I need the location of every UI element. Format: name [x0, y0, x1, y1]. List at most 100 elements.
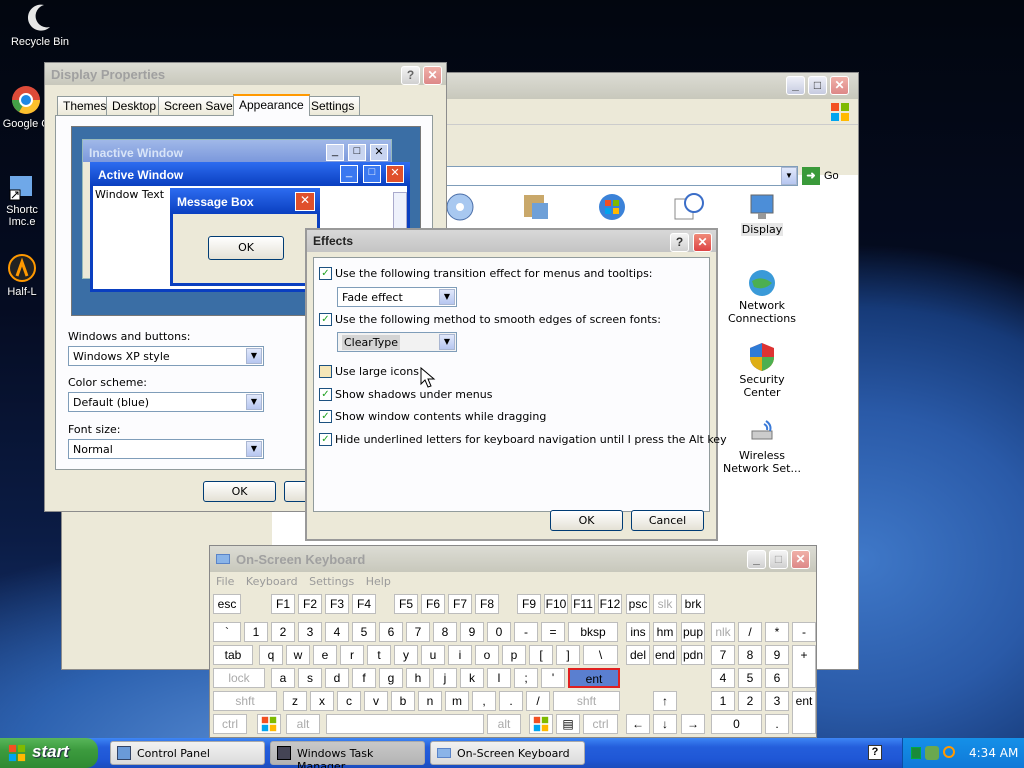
key-r1-12[interactable]: F12: [598, 594, 622, 614]
key-r5-14[interactable]: 2: [738, 691, 762, 711]
key-r4-13[interactable]: 4: [711, 668, 735, 688]
color-scheme-select[interactable]: Default (blue) ▼: [68, 392, 264, 412]
key-r3-5[interactable]: t: [367, 645, 391, 665]
key-r2-13[interactable]: bksp: [568, 622, 618, 642]
address-dropdown-button[interactable]: ▼: [781, 167, 797, 185]
windows-buttons-select[interactable]: Windows XP style ▼: [68, 346, 264, 366]
key-r4-9[interactable]: l: [487, 668, 511, 688]
maximize-button[interactable]: □: [808, 76, 827, 95]
desktop-icon-shortcut[interactable]: Shortc Imc.e: [0, 170, 50, 228]
key-r6-5[interactable]: ↓: [653, 714, 677, 734]
desktop-icon-recycle-bin[interactable]: Recycle Bin: [0, 2, 80, 48]
address-input[interactable]: [442, 166, 798, 186]
key-r3-2[interactable]: w: [286, 645, 310, 665]
smooth-fonts-checkbox[interactable]: ✓ Use the following method to smooth edge…: [319, 313, 661, 326]
key-r3-15[interactable]: end: [653, 645, 677, 665]
key-r1-4[interactable]: F4: [352, 594, 376, 614]
menu-file[interactable]: File: [216, 575, 234, 588]
key-r2-19[interactable]: *: [765, 622, 789, 642]
key-r6-1[interactable]: alt: [286, 714, 320, 734]
key-r1-2[interactable]: F2: [298, 594, 322, 614]
key-r2-2[interactable]: 2: [271, 622, 295, 642]
tab-screen-saver[interactable]: Screen Saver: [158, 96, 243, 115]
key-r4-7[interactable]: j: [433, 668, 457, 688]
key-r3-19[interactable]: 9: [765, 645, 789, 665]
key-r3-17[interactable]: 7: [711, 645, 735, 665]
key-r5-7[interactable]: m: [445, 691, 469, 711]
key-r4-12[interactable]: ent: [568, 668, 620, 688]
key-r2-18[interactable]: /: [738, 622, 762, 642]
control-panel-item-security-center[interactable]: Security Center: [722, 341, 802, 399]
key-r5-2[interactable]: x: [310, 691, 334, 711]
key-r3-13[interactable]: \: [583, 645, 618, 665]
key-r5-9[interactable]: .: [499, 691, 523, 711]
key-r6-7[interactable]: 0: [711, 714, 762, 734]
sounds-icon[interactable]: [444, 191, 476, 223]
key-r6-6[interactable]: →: [681, 714, 705, 734]
help-button[interactable]: ?: [670, 233, 689, 252]
key-r4-14[interactable]: 5: [738, 668, 762, 688]
minimize-button[interactable]: _: [747, 550, 766, 569]
key-r1-10[interactable]: F10: [544, 594, 568, 614]
key-r2-10[interactable]: 0: [487, 622, 511, 642]
control-panel-item-network-connections[interactable]: Network Connections: [722, 267, 802, 325]
close-button[interactable]: ✕: [693, 233, 712, 252]
key-r6-4[interactable]: ←: [626, 714, 650, 734]
key-r5-3[interactable]: c: [337, 691, 361, 711]
admin-tools-icon[interactable]: [520, 191, 552, 223]
key-r5-0[interactable]: shft: [213, 691, 277, 711]
key-r3-7[interactable]: u: [421, 645, 445, 665]
desktop-icon-half-life[interactable]: Half-L: [0, 252, 50, 298]
key-r4-1[interactable]: a: [271, 668, 295, 688]
key-r3-18[interactable]: 8: [738, 645, 762, 665]
tab-themes[interactable]: Themes: [57, 96, 113, 115]
key-r4-6[interactable]: h: [406, 668, 430, 688]
key-r2-11[interactable]: -: [514, 622, 538, 642]
key-r4-4[interactable]: f: [352, 668, 376, 688]
font-size-select[interactable]: Normal ▼: [68, 439, 264, 459]
help-icon[interactable]: ?: [868, 745, 882, 760]
key-r5-8[interactable]: ,: [472, 691, 496, 711]
key-r6-3[interactable]: ctrl: [583, 714, 618, 734]
minimize-button[interactable]: _: [786, 76, 805, 95]
key-r1-8[interactable]: F8: [475, 594, 499, 614]
menu-help[interactable]: Help: [366, 575, 391, 588]
tray-app-icon[interactable]: [911, 747, 921, 759]
key-r6-8[interactable]: .: [765, 714, 789, 734]
clock[interactable]: 4:34 AM: [969, 746, 1018, 760]
key-r3-4[interactable]: r: [340, 645, 364, 665]
window-contents-drag-checkbox[interactable]: ✓ Show window contents while dragging: [319, 410, 546, 423]
key-r5-1[interactable]: z: [283, 691, 307, 711]
task-on-screen-keyboard[interactable]: On-Screen Keyboard: [430, 741, 585, 765]
key-r3-1[interactable]: q: [259, 645, 283, 665]
key-r4-5[interactable]: g: [379, 668, 403, 688]
control-panel-item-display[interactable]: Display: [722, 191, 802, 236]
date-time-icon[interactable]: [672, 191, 704, 223]
key-r2-3[interactable]: 3: [298, 622, 322, 642]
menu-keyboard[interactable]: Keyboard: [246, 575, 298, 588]
osk-titlebar[interactable]: On-Screen Keyboard: [210, 546, 816, 572]
key-r5-11[interactable]: shft: [553, 691, 620, 711]
key-r5-13[interactable]: 1: [711, 691, 735, 711]
tab-desktop[interactable]: Desktop: [106, 96, 163, 115]
windows-key-icon[interactable]: [257, 714, 281, 734]
key-r2-7[interactable]: 7: [406, 622, 430, 642]
key-r4-3[interactable]: d: [325, 668, 349, 688]
key-r2-15[interactable]: hm: [653, 622, 677, 642]
close-button[interactable]: ✕: [791, 550, 810, 569]
spacebar-key[interactable]: [326, 714, 484, 734]
key-r4-2[interactable]: s: [298, 668, 322, 688]
display-properties-titlebar[interactable]: Display Properties: [45, 63, 446, 85]
key-r5-6[interactable]: n: [418, 691, 442, 711]
key-r3-20[interactable]: +: [792, 645, 816, 688]
key-r2-20[interactable]: -: [792, 622, 816, 642]
key-r2-9[interactable]: 9: [460, 622, 484, 642]
key-r1-15[interactable]: brk: [681, 594, 705, 614]
close-button[interactable]: ✕: [423, 66, 442, 85]
key-r5-15[interactable]: 3: [765, 691, 789, 711]
close-button[interactable]: ✕: [830, 76, 849, 95]
menu-key-icon[interactable]: ▤: [556, 714, 580, 734]
key-r2-6[interactable]: 6: [379, 622, 403, 642]
tab-settings[interactable]: Settings: [305, 96, 361, 115]
tray-search-icon[interactable]: [943, 746, 955, 758]
